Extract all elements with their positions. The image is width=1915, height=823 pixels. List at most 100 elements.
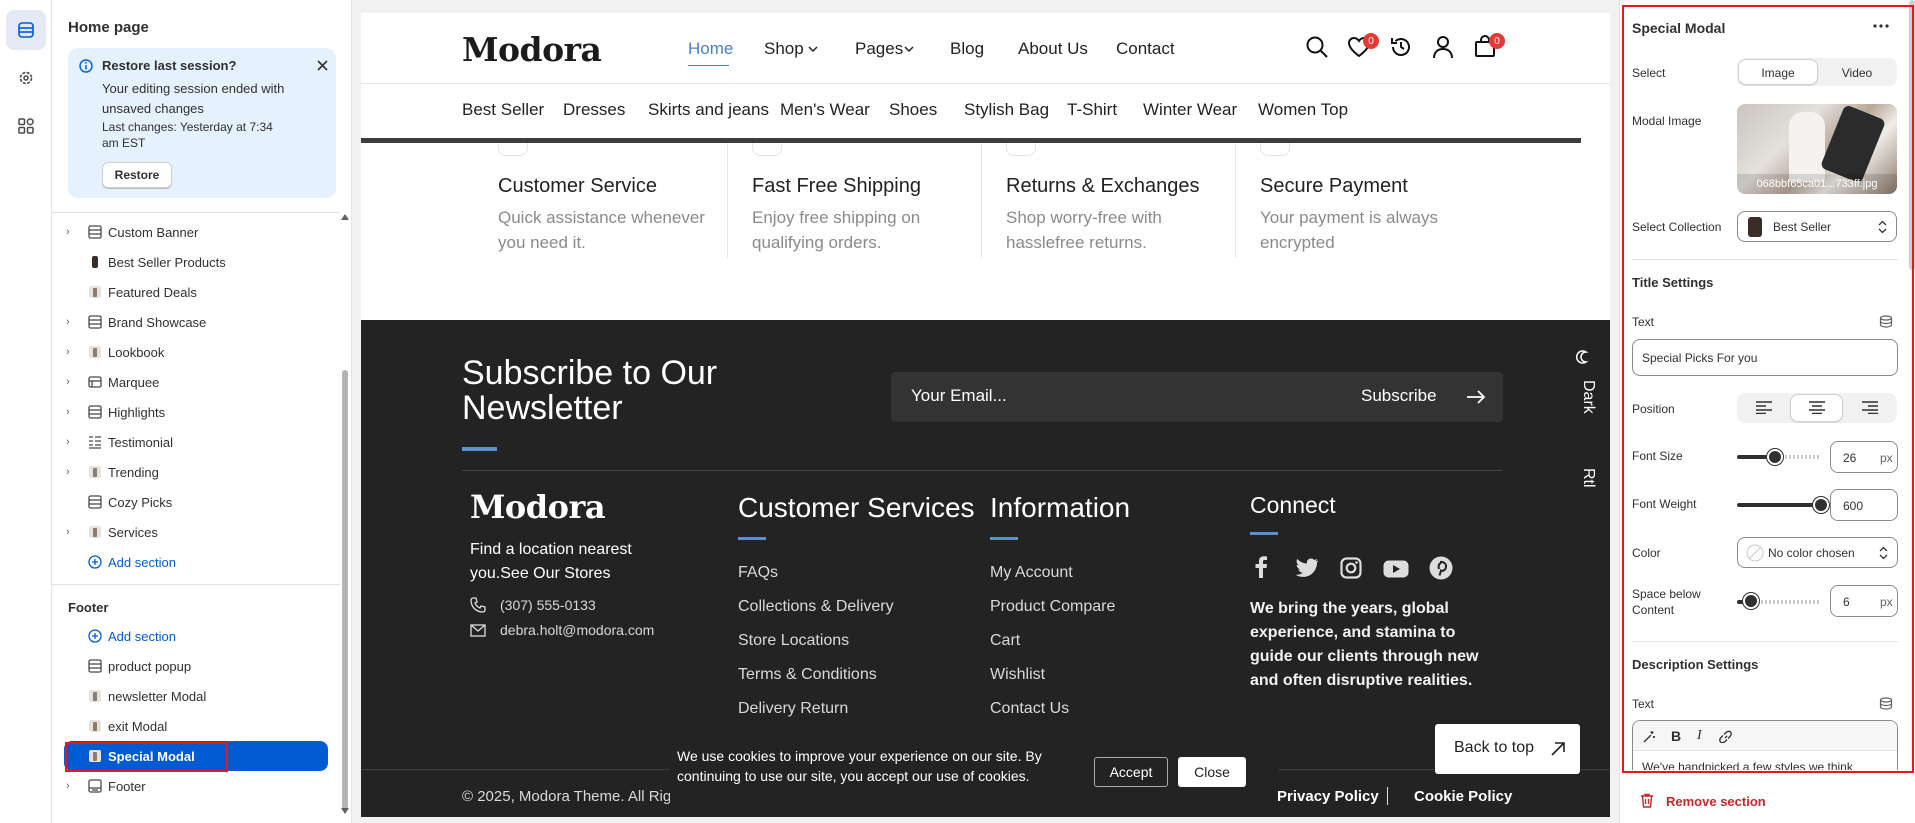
tree-item[interactable]: › Custom Banner [52, 217, 340, 247]
chevron-right-icon[interactable]: › [66, 780, 70, 792]
account-icon[interactable] [1432, 35, 1454, 59]
image-thumb-icon [88, 689, 102, 703]
footer-tree-item[interactable]: exit Modal [52, 711, 340, 741]
tree-item[interactable]: › Testimonial [52, 427, 340, 457]
category-link[interactable]: Men's Wear [780, 100, 870, 120]
instagram-icon[interactable] [1340, 557, 1362, 579]
rtl-toggle[interactable]: Rtl [1579, 468, 1597, 488]
category-link[interactable]: Best Seller [462, 100, 544, 120]
chevron-right-icon[interactable]: › [66, 376, 70, 388]
sections-icon[interactable] [6, 10, 46, 50]
tree-item-label: Best Seller Products [108, 254, 226, 270]
category-link[interactable]: Skirts and jeans [648, 100, 769, 120]
remove-section-button[interactable]: Remove section [1666, 794, 1766, 809]
category-link[interactable]: Women Top [1258, 100, 1348, 120]
tree-item[interactable]: › Services [52, 517, 340, 547]
nav-home[interactable]: Home [688, 39, 733, 59]
scroll-down-icon[interactable] [341, 808, 349, 814]
category-link[interactable]: Shoes [889, 100, 937, 120]
tree-item[interactable]: Best Seller Products [52, 247, 340, 277]
cookie-policy-link[interactable]: Cookie Policy [1414, 788, 1512, 805]
footer-link[interactable]: Terms & Conditions [738, 666, 877, 684]
nav-about[interactable]: About Us [1018, 39, 1088, 59]
chevron-right-icon[interactable]: › [66, 406, 70, 418]
footer-phone[interactable]: (307) 555-0133 [500, 597, 596, 613]
trash-icon[interactable] [1640, 793, 1654, 808]
footer-tree-item[interactable]: product popup [52, 651, 340, 681]
category-link[interactable]: T-Shirt [1067, 100, 1117, 120]
tree-item[interactable]: › Highlights [52, 397, 340, 427]
tree-item[interactable]: › Trending [52, 457, 340, 487]
marquee-icon [88, 375, 102, 389]
add-footer-section-button[interactable]: Add section [52, 621, 340, 651]
category-link[interactable]: Dresses [563, 100, 625, 120]
footer-link[interactable]: Cart [990, 632, 1020, 650]
image-thumb-icon [88, 285, 102, 299]
scroll-up-icon[interactable] [341, 214, 349, 220]
nav-blog[interactable]: Blog [950, 39, 984, 59]
tree-item-label: Services [108, 524, 158, 540]
chevron-down-icon [808, 46, 818, 53]
twitter-icon[interactable] [1295, 558, 1319, 578]
add-section-button[interactable]: Add section [52, 547, 340, 577]
chevron-right-icon[interactable]: › [66, 436, 70, 448]
nav-shop[interactable]: Shop [764, 39, 804, 59]
email-placeholder[interactable]: Your Email... [911, 386, 1007, 406]
footer-link[interactable]: Product Compare [990, 598, 1115, 616]
moon-icon[interactable] [1576, 350, 1590, 364]
tree-item[interactable]: Cozy Picks [52, 487, 340, 517]
apps-icon[interactable] [6, 106, 46, 146]
nav-contact[interactable]: Contact [1116, 39, 1175, 59]
tree-item[interactable]: › Marquee [52, 367, 340, 397]
footer-link[interactable]: FAQs [738, 564, 778, 582]
chevron-right-icon[interactable]: › [66, 466, 70, 478]
divider [1235, 143, 1236, 258]
tree-item[interactable]: Featured Deals [52, 277, 340, 307]
chevron-right-icon[interactable]: › [66, 526, 70, 538]
divider [52, 584, 340, 585]
footer-link[interactable]: Wishlist [990, 666, 1045, 684]
privacy-policy-link[interactable]: Privacy Policy [1277, 788, 1379, 805]
facebook-icon[interactable] [1254, 556, 1268, 578]
image-thumb-icon [88, 465, 102, 479]
annotation-highlight-box [65, 742, 228, 772]
cookie-accept-button[interactable]: Accept [1094, 757, 1168, 787]
tree-item[interactable]: › Lookbook [52, 337, 340, 367]
youtube-icon[interactable] [1383, 560, 1409, 578]
chevron-right-icon[interactable]: › [66, 226, 70, 238]
settings-gear-icon[interactable] [6, 58, 46, 98]
pinterest-icon[interactable] [1429, 556, 1453, 580]
footer-link[interactable]: Store Locations [738, 632, 849, 650]
chevron-right-icon[interactable]: › [66, 346, 70, 358]
category-link[interactable]: Stylish Bag [964, 100, 1049, 120]
left-scrollbar[interactable] [340, 210, 350, 820]
close-icon[interactable] [316, 59, 329, 72]
restore-button[interactable]: Restore [102, 162, 172, 188]
tree-item[interactable]: › Brand Showcase [52, 307, 340, 337]
tree-item-label: Marquee [108, 374, 160, 390]
image-thumb-icon [88, 525, 102, 539]
back-to-top-button[interactable]: Back to top [1435, 724, 1580, 774]
subscribe-button[interactable]: Subscribe [1361, 386, 1437, 406]
nav-pages[interactable]: Pages [855, 39, 903, 59]
footer-tree-item[interactable]: › Footer [52, 771, 340, 801]
store-logo[interactable]: Modora [462, 30, 602, 69]
phone-icon [470, 597, 486, 613]
restore-session-banner: Restore last session? Your editing sessi… [68, 48, 336, 198]
footer-email[interactable]: debra.holt@modora.com [500, 622, 654, 638]
history-icon[interactable] [1389, 35, 1413, 59]
footer-link[interactable]: Delivery Return [738, 700, 848, 718]
category-link[interactable]: Winter Wear [1143, 100, 1237, 120]
cookie-close-button[interactable]: Close [1178, 757, 1246, 787]
cart-count-badge: 0 [1489, 33, 1505, 49]
dark-mode-toggle[interactable]: Dark [1579, 380, 1597, 414]
footer-link[interactable]: Collections & Delivery [738, 598, 894, 616]
footer-link[interactable]: My Account [990, 564, 1073, 582]
chevron-right-icon[interactable]: › [66, 316, 70, 328]
scroll-thumb[interactable] [342, 370, 348, 810]
footer-link[interactable]: Contact Us [990, 700, 1069, 718]
search-icon[interactable] [1305, 35, 1329, 59]
newsletter-email-field[interactable]: Your Email... Subscribe [891, 372, 1503, 422]
footer-tree-item[interactable]: newsletter Modal [52, 681, 340, 711]
service-icon-edge [752, 143, 782, 156]
